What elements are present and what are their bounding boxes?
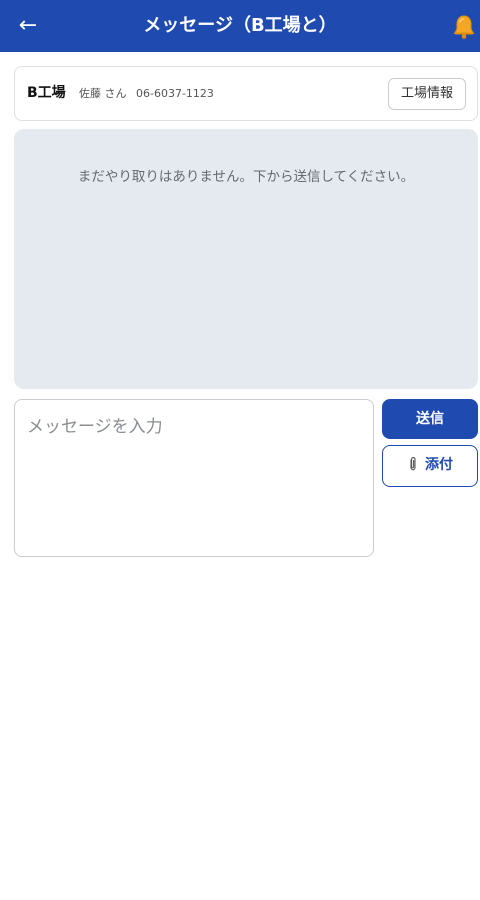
send-button[interactable]: 送信 [382,399,478,439]
message-input[interactable] [14,399,374,557]
paperclip-icon [410,457,416,471]
back-button[interactable]: ← [14,10,42,42]
factory-info-button[interactable]: 工場情報 [388,78,466,110]
message-list: まだやり取りはありません。下から送信してください。 [14,129,478,389]
attach-label: 添付 [425,457,453,473]
app-header: ← メッセージ（B工場と） [0,0,480,52]
phone-number: 06-6037-1123 [136,87,214,100]
attach-button[interactable]: 添付 [382,445,478,487]
factory-card: B工場 佐藤 さん 06-6037-1123 工場情報 [14,66,478,121]
factory-name: B工場 [27,85,66,101]
empty-state-text: まだやり取りはありません。下から送信してください。 [77,169,415,185]
notification-button[interactable] [452,14,476,40]
bell-icon [453,15,475,39]
page-title: メッセージ（B工場と） [143,15,337,36]
contact-name: 佐藤 さん [79,87,127,100]
back-arrow-icon: ← [18,13,38,38]
